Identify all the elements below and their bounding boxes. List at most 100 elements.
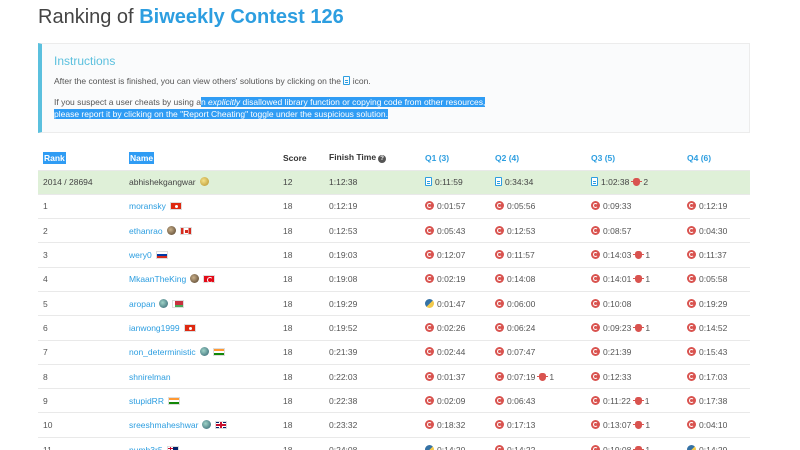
instructions-line-2: If you suspect a user cheats by using an… — [54, 96, 737, 120]
cpp-solution-icon[interactable] — [495, 298, 504, 308]
cpp-solution-icon[interactable] — [591, 201, 600, 211]
solve-time: 0:01:47 — [437, 298, 466, 309]
finish-time-cell: 0:23:32 — [324, 412, 420, 438]
rank-cell: 7 — [38, 339, 124, 365]
cpp-solution-icon[interactable] — [425, 201, 434, 211]
cpp-solution-icon[interactable] — [687, 322, 696, 332]
cpp-solution-icon[interactable] — [591, 250, 600, 260]
cpp-solution-icon[interactable] — [495, 322, 504, 332]
cpp-solution-icon[interactable] — [495, 250, 504, 260]
contest-link[interactable]: Biweekly Contest 126 — [139, 6, 344, 28]
username-link[interactable]: MkaanTheKing — [129, 274, 186, 284]
cpp-solution-icon[interactable] — [591, 225, 600, 235]
cpp-solution-icon[interactable] — [591, 420, 600, 430]
cpp-solution-icon[interactable] — [495, 395, 504, 405]
cpp-solution-icon[interactable] — [425, 274, 434, 284]
badge-icon — [166, 225, 176, 235]
solve-time: 0:14:29 — [699, 444, 728, 450]
country-flag-icon — [169, 202, 182, 211]
solve-time: 0:17:38 — [699, 395, 728, 406]
cpp-solution-icon[interactable] — [591, 395, 600, 405]
header-finish-time: Finish Time? — [324, 146, 420, 170]
solution-doc-icon[interactable] — [425, 177, 432, 187]
cpp-solution-icon[interactable] — [687, 274, 696, 284]
cpp-solution-icon[interactable] — [495, 201, 504, 211]
instructions-line-1: After the contest is finished, you can v… — [54, 75, 737, 87]
cpp-solution-icon[interactable] — [495, 274, 504, 284]
cpp-solution-icon[interactable] — [425, 322, 434, 332]
cpp-solution-icon[interactable] — [495, 225, 504, 235]
cpp-solution-icon[interactable] — [591, 347, 600, 357]
username-link[interactable]: moransky — [129, 201, 166, 211]
python-solution-icon[interactable] — [687, 444, 696, 450]
username-link[interactable]: ethanrao — [129, 226, 163, 236]
cpp-solution-icon[interactable] — [687, 225, 696, 235]
username-link[interactable]: sreeshmaheshwar — [129, 420, 198, 430]
cpp-solution-icon[interactable] — [687, 347, 696, 357]
cpp-solution-icon[interactable] — [425, 250, 434, 260]
q3-cell: 0:13:07 1 — [586, 412, 682, 438]
username-link[interactable]: ianwong1999 — [129, 323, 180, 333]
name-cell: MkaanTheKing — [124, 266, 278, 292]
q3-cell: 0:14:01 1 — [586, 266, 682, 292]
q3-cell: 0:19:08 1 — [586, 436, 682, 450]
header-q3[interactable]: Q3 (5) — [586, 146, 682, 170]
header-q2[interactable]: Q2 (4) — [490, 146, 586, 170]
cpp-solution-icon[interactable] — [591, 444, 600, 450]
q2-cell: 0:14:22 — [490, 436, 586, 450]
score-cell: 18 — [278, 193, 324, 219]
cpp-solution-icon[interactable] — [687, 371, 696, 381]
solve-time: 0:21:39 — [603, 347, 632, 358]
cpp-solution-icon[interactable] — [425, 371, 434, 381]
header-q4[interactable]: Q4 (6) — [682, 146, 750, 170]
cpp-solution-icon[interactable] — [425, 395, 434, 405]
q3-cell: 0:12:33 — [586, 363, 682, 389]
header-finish-time-label: Finish Time — [329, 152, 377, 163]
cpp-solution-icon[interactable] — [687, 298, 696, 308]
cpp-solution-icon[interactable] — [425, 225, 434, 235]
score-cell: 18 — [278, 388, 324, 413]
cpp-solution-icon[interactable] — [687, 420, 696, 430]
cpp-solution-icon[interactable] — [687, 201, 696, 211]
info-icon[interactable]: ? — [378, 155, 387, 164]
score-cell: 18 — [278, 242, 324, 268]
username-link[interactable]: non_deterministic — [129, 347, 196, 357]
solution-doc-icon[interactable] — [495, 177, 502, 187]
cpp-solution-icon[interactable] — [495, 420, 504, 430]
solve-time: 0:02:44 — [437, 347, 466, 358]
solve-time: 0:14:22 — [507, 444, 536, 450]
cpp-solution-icon[interactable] — [591, 322, 600, 332]
q4-cell: 0:15:43 — [682, 339, 750, 365]
python-solution-icon[interactable] — [425, 444, 434, 450]
username-link[interactable]: aropan — [129, 299, 155, 309]
wrong-answer-bug-icon — [633, 421, 645, 430]
cpp-solution-icon[interactable] — [591, 274, 600, 284]
username-link[interactable]: shnirelman — [129, 372, 171, 382]
solve-time: 0:11:57 — [507, 250, 535, 261]
cpp-solution-icon[interactable] — [425, 347, 434, 357]
cpp-solution-icon[interactable] — [495, 371, 504, 381]
country-flag-icon — [166, 445, 179, 450]
q4-cell: 0:04:10 — [682, 412, 750, 438]
header-q1[interactable]: Q1 (3) — [420, 146, 490, 170]
username-link[interactable]: wery0 — [129, 250, 152, 260]
cpp-solution-icon[interactable] — [687, 395, 696, 405]
cpp-solution-icon[interactable] — [591, 371, 600, 381]
table-row: 8 shnirelman 18 0:22:03 0:01:37 0:07:19 1 0:12:… — [38, 363, 750, 389]
q2-cell: 0:06:43 — [490, 388, 586, 413]
cpp-solution-icon[interactable] — [495, 347, 504, 357]
header-score: Score — [283, 152, 307, 163]
solution-doc-icon[interactable] — [591, 177, 598, 187]
cpp-solution-icon[interactable] — [425, 420, 434, 430]
solve-time: 0:14:01 — [603, 274, 632, 285]
q2-cell: 0:05:56 — [490, 193, 586, 219]
cpp-solution-icon[interactable] — [591, 298, 600, 308]
cpp-solution-icon[interactable] — [495, 444, 504, 450]
cpp-solution-icon[interactable] — [687, 250, 696, 260]
username-link[interactable]: abhishekgangwar — [129, 177, 196, 187]
finish-time-cell: 0:24:08 — [324, 436, 420, 450]
username-link[interactable]: stupidRR — [129, 396, 164, 406]
username-link[interactable]: numb3r5 — [129, 445, 163, 450]
rank-cell: 3 — [38, 242, 124, 268]
python-solution-icon[interactable] — [425, 298, 434, 308]
